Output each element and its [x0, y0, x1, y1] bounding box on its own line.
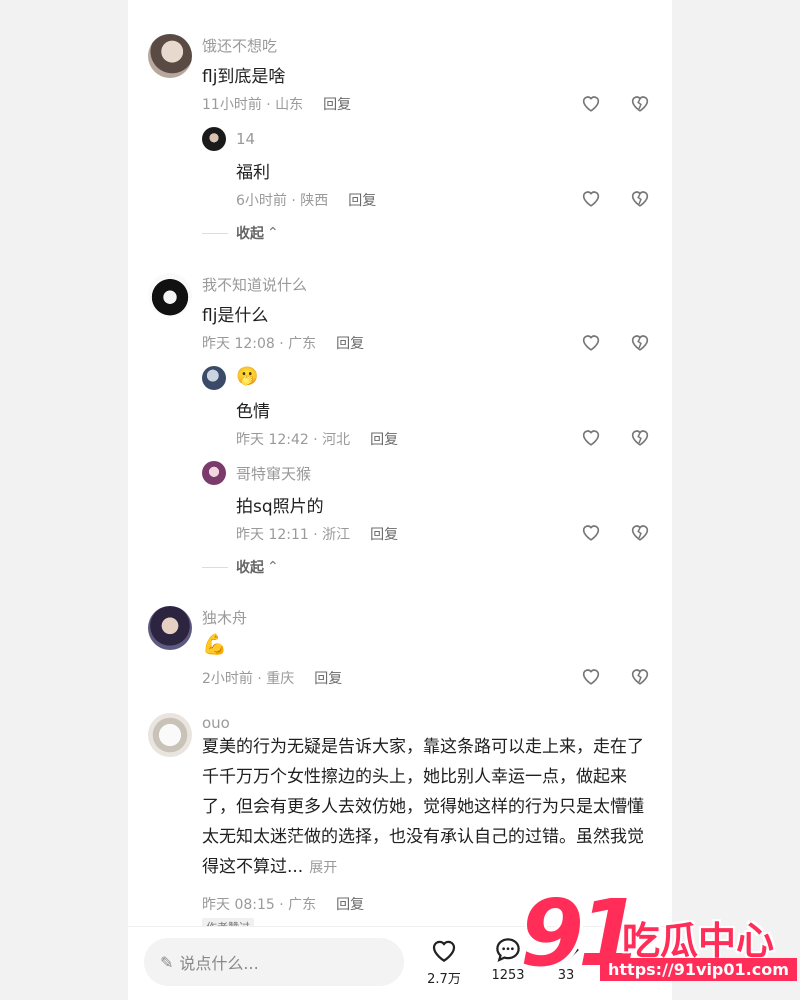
like-icon[interactable]	[580, 521, 602, 543]
comment-text: 夏美的行为无疑是告诉大家，靠这条路可以走上来，走在了千千万万个女性擦边的头上，她…	[202, 732, 652, 883]
dislike-icon[interactable]	[629, 665, 651, 687]
reply-text: 色情	[236, 402, 270, 422]
dislike-icon[interactable]	[629, 521, 651, 543]
like-icon[interactable]	[580, 331, 602, 353]
reply-time: 昨天 12:42 · 河北	[236, 432, 351, 448]
reply-meta: 6小时前 · 陕西 回复	[236, 190, 376, 210]
collapse-replies-button[interactable]: 收起 ⌃	[202, 223, 279, 243]
like-count: 2.7万	[427, 972, 461, 987]
collapse-label: 收起	[236, 560, 264, 576]
comment-input-placeholder: 说点什么...	[179, 954, 259, 973]
reply-meta: 昨天 12:42 · 河北 回复	[236, 429, 398, 449]
avatar[interactable]	[202, 461, 226, 485]
reply-username[interactable]: 哥特窜天猴	[236, 463, 311, 484]
comment-time: 11小时前 · 山东	[202, 97, 304, 113]
divider	[202, 232, 228, 234]
comment-time: 昨天 12:08 · 广东	[202, 336, 317, 352]
comment-meta: 11小时前 · 山东 回复	[202, 94, 351, 114]
comment-meta: 昨天 12:08 · 广东 回复	[202, 333, 364, 353]
avatar[interactable]	[202, 127, 226, 151]
avatar[interactable]	[202, 366, 226, 390]
reply-username[interactable]: 🫢	[236, 366, 258, 387]
comment-panel: 饿还不想吃 flj到底是啥 11小时前 · 山东 回复 14 福利 6小时前 · …	[128, 0, 672, 1000]
watermark-name: 吃瓜中心	[622, 919, 775, 963]
reply-button[interactable]: 回复	[348, 193, 376, 209]
chevron-up-icon: ⌃	[267, 225, 279, 241]
comment-meta: 2小时前 · 重庆 回复	[202, 668, 342, 688]
avatar[interactable]	[148, 606, 192, 650]
watermark-logo: 91 吃瓜中心 https://91vip01.com	[520, 880, 797, 990]
comment-meta: 昨天 08:15 · 广东 回复	[202, 894, 364, 914]
avatar[interactable]	[148, 273, 192, 317]
collapse-replies-button[interactable]: 收起 ⌃	[202, 557, 279, 577]
comment-username[interactable]: ouo	[202, 714, 230, 732]
pencil-icon: ✎	[160, 952, 174, 972]
dislike-icon[interactable]	[629, 331, 651, 353]
heart-icon	[432, 940, 456, 962]
collapse-label: 收起	[236, 226, 264, 242]
reply-time: 昨天 12:11 · 浙江	[236, 527, 351, 543]
reply-meta: 昨天 12:11 · 浙江 回复	[236, 524, 398, 544]
divider	[202, 566, 228, 568]
comment-time: 昨天 08:15 · 广东	[202, 897, 317, 913]
reply-time: 6小时前 · 陕西	[236, 193, 329, 209]
comment-username[interactable]: 我不知道说什么	[202, 274, 307, 295]
watermark-url: https://91vip01.com	[600, 958, 797, 981]
reply-button[interactable]: 回复	[370, 432, 398, 448]
comment-username[interactable]: 独木舟	[202, 607, 247, 628]
comment-time: 2小时前 · 重庆	[202, 671, 295, 687]
comment-icon	[496, 938, 520, 963]
like-icon[interactable]	[580, 665, 602, 687]
comment-text: flj是什么	[202, 306, 269, 326]
expand-button[interactable]: 展开	[309, 860, 337, 876]
like-stat[interactable]: 2.7万	[414, 935, 474, 987]
reply-username[interactable]: 14	[236, 130, 255, 148]
comment-input[interactable]: ✎ 说点什么...	[144, 938, 404, 986]
dislike-icon[interactable]	[629, 187, 651, 209]
reply-text: 福利	[236, 163, 270, 183]
reply-button[interactable]: 回复	[323, 97, 351, 113]
comment-username[interactable]: 饿还不想吃	[202, 35, 277, 56]
avatar[interactable]	[148, 713, 192, 757]
dislike-icon[interactable]	[629, 426, 651, 448]
chevron-up-icon: ⌃	[267, 559, 279, 575]
avatar[interactable]	[148, 34, 192, 78]
reply-button[interactable]: 回复	[336, 897, 364, 913]
comment-text: flj到底是啥	[202, 67, 286, 87]
like-icon[interactable]	[580, 187, 602, 209]
like-icon[interactable]	[580, 426, 602, 448]
dislike-icon[interactable]	[629, 92, 651, 114]
like-icon[interactable]	[580, 92, 602, 114]
reply-text: 拍sq照片的	[236, 497, 324, 517]
reply-button[interactable]: 回复	[336, 336, 364, 352]
comment-body: 夏美的行为无疑是告诉大家，靠这条路可以走上来，走在了千千万万个女性擦边的头上，她…	[202, 737, 644, 877]
comment-text: 💪	[202, 632, 227, 656]
reply-button[interactable]: 回复	[370, 527, 398, 543]
reply-button[interactable]: 回复	[314, 671, 342, 687]
